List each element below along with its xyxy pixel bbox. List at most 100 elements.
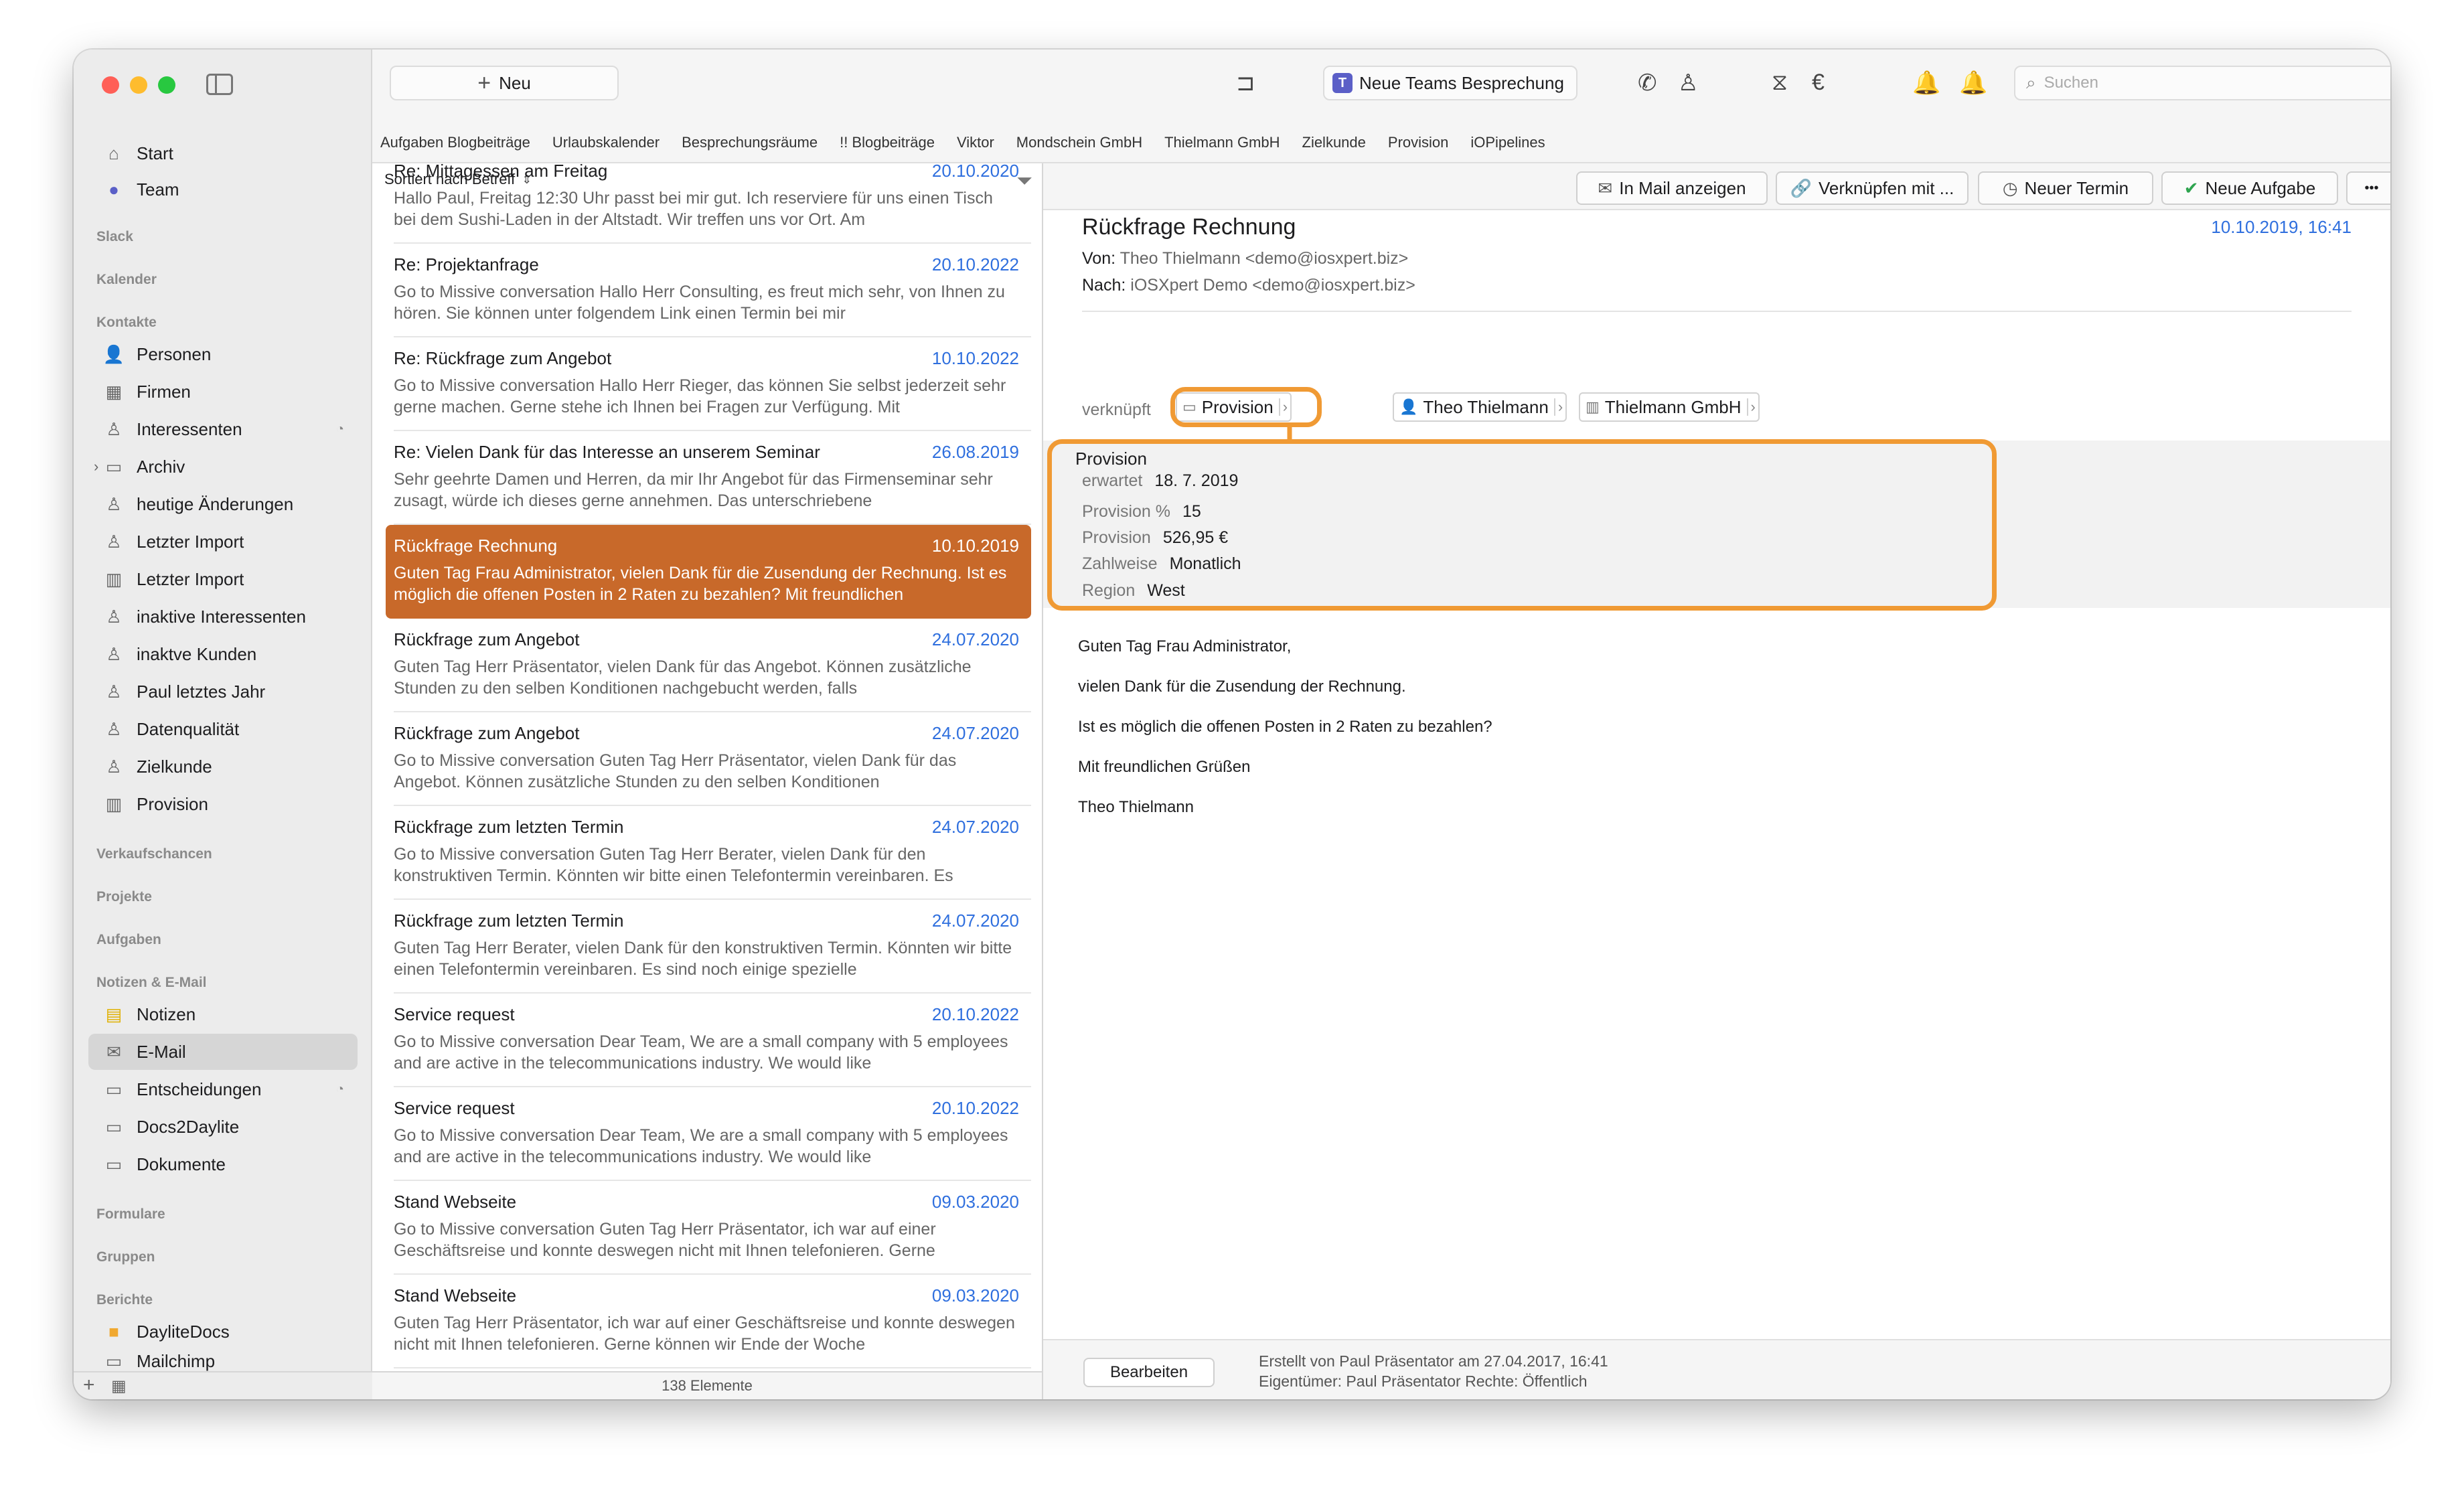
sidebar-toggle-icon[interactable]: [206, 74, 233, 95]
toolbar: + Neu ⊐ T Neue Teams Besprechung ✆ ♙ ⧖ €…: [372, 50, 2390, 123]
bookmark-item[interactable]: Aufgaben Blogbeiträge: [380, 134, 530, 151]
sidebar-item-docs2daylite[interactable]: ▭ Docs2Daylite: [88, 1109, 358, 1145]
calendar-icon[interactable]: ▦: [111, 1376, 127, 1396]
list-item[interactable]: Re: Projektanfrage 20.10.2022 Go to Missiv…: [386, 244, 1031, 337]
section-formulare[interactable]: Formulare: [96, 1206, 165, 1223]
sidebar-item-email[interactable]: ✉ E-Mail: [88, 1034, 358, 1070]
section-verkaufschancen[interactable]: Verkaufschancen: [96, 846, 212, 862]
list-item[interactable]: Re: Rückfrage zum Angebot 10.10.2022 Go to…: [386, 337, 1031, 431]
chevron-right-icon[interactable]: ›: [94, 458, 98, 475]
section-notizen-email[interactable]: Notizen & E-Mail: [96, 975, 207, 991]
pipeline-icon[interactable]: ⧖: [1772, 70, 1788, 96]
bookmarks-bar: Aufgaben Blogbeiträge Urlaubskalender Be…: [372, 123, 2390, 163]
sidebar-item-personen[interactable]: 👤 Personen: [88, 336, 358, 372]
show-in-mail-button[interactable]: ✉ In Mail anzeigen: [1576, 171, 1768, 205]
sidebar-item-dokumente[interactable]: ▭ Dokumente: [88, 1146, 358, 1182]
list-item[interactable]: Rückfrage zum letzten Termin 24.07.2020 Go…: [386, 806, 1031, 900]
sidebar-item-team[interactable]: ● Team: [88, 171, 358, 208]
sidebar-item-inaktive-kunden[interactable]: ♙ inaktve Kunden: [88, 636, 358, 672]
list-item[interactable]: Rückfrage zum Angebot 24.07.2020 Guten Tag…: [386, 619, 1031, 712]
mail-icon: ✉: [1598, 177, 1613, 198]
bookmark-item[interactable]: Provision: [1388, 134, 1448, 151]
reminder-icon[interactable]: 🔔: [1912, 70, 1940, 96]
owner-info: Eigentümer: Paul Präsentator Rechte: Öff…: [1259, 1372, 1588, 1390]
section-berichte[interactable]: Berichte: [96, 1292, 153, 1308]
sidebar-item-provision[interactable]: ▥ Provision: [88, 786, 358, 822]
sidebar-item-interessenten[interactable]: ♙ Interessenten ◔: [88, 411, 358, 447]
list-item[interactable]: Service request 20.10.2022 Go to Missive c…: [386, 994, 1031, 1087]
daylite-app-icon[interactable]: ⊐: [1236, 70, 1255, 96]
list-item[interactable]: Rückfrage zum Angebot 24.07.2020 Go to Mis…: [386, 712, 1031, 806]
bookmark-item[interactable]: !! Blogbeiträge: [840, 134, 935, 151]
smart-list-icon: ♙: [106, 531, 122, 552]
sidebar-item-paul-letztes-jahr[interactable]: ♙ Paul letztes Jahr: [88, 674, 358, 710]
list-item[interactable]: Re: Mittagessen am Freitag 20.10.2020 Ha…: [386, 163, 1031, 244]
sidebar-item-entscheidungen[interactable]: ▭ Entscheidungen ◔: [88, 1071, 358, 1107]
chevron-right-icon[interactable]: ›: [1553, 398, 1565, 416]
sidebar-item-label: Firmen: [137, 381, 191, 402]
sidebar-item-inaktive-interessenten[interactable]: ♙ inaktive Interessenten: [88, 599, 358, 635]
add-icon[interactable]: +: [83, 1374, 95, 1397]
sidebar-item-label: Datenqualität: [137, 718, 240, 739]
sidebar-item-label: Dokumente: [137, 1154, 226, 1174]
list-item-selected[interactable]: Rückfrage Rechnung 10.10.2019 Guten Tag Fr…: [386, 525, 1031, 619]
email-body-line: Guten Tag Frau Administrator,: [1078, 637, 1292, 655]
link-chip-person[interactable]: 👤 Theo Thielmann ›: [1393, 392, 1567, 422]
bookmark-item[interactable]: Viktor: [957, 134, 994, 151]
section-slack[interactable]: Slack: [96, 229, 133, 245]
report-icon: ▭: [105, 1351, 123, 1371]
zoom-window-button[interactable]: [158, 76, 175, 94]
sidebar-item-daylitedocs[interactable]: ■ DayliteDocs: [88, 1314, 358, 1350]
from-value[interactable]: Theo Thielmann <demo@iosxpert.biz>: [1120, 249, 1409, 268]
minimize-window-button[interactable]: [130, 76, 147, 94]
sidebar-item-start[interactable]: ⌂ Start: [88, 135, 358, 171]
list-item[interactable]: Stand Webseite 09.03.2020 Go to Missive co…: [386, 1181, 1031, 1275]
bookmark-item[interactable]: Zielkunde: [1302, 134, 1366, 151]
sidebar-item-heutige-aenderungen[interactable]: ♙ heutige Änderungen: [88, 486, 358, 522]
new-appointment-button[interactable]: ◷ Neuer Termin: [1978, 171, 2153, 205]
link-chip-company[interactable]: ▥ Thielmann GmbH ›: [1579, 392, 1760, 422]
smart-list-icon: ♙: [106, 718, 122, 739]
to-value[interactable]: iOSXpert Demo <demo@iosxpert.biz>: [1130, 276, 1415, 295]
close-window-button[interactable]: [102, 76, 119, 94]
smart-list-icon: ♙: [106, 418, 122, 439]
notification-bell-icon[interactable]: 🔔: [1959, 70, 1987, 96]
button-label: Neuer Termin: [2024, 177, 2129, 198]
list-item[interactable]: Stand Webseite 09.03.2020 Guten Tag Herr P…: [386, 1275, 1031, 1368]
phone-icon[interactable]: ✆: [1638, 70, 1657, 96]
sidebar-item-zielkunde[interactable]: ♙ Zielkunde: [88, 748, 358, 785]
euro-icon[interactable]: €: [1812, 70, 1825, 96]
sidebar-item-mailchimp[interactable]: ▭ Mailchimp: [88, 1351, 358, 1371]
bookmark-item[interactable]: Thielmann GmbH: [1164, 134, 1280, 151]
bookmark-item[interactable]: Urlaubskalender: [552, 134, 660, 151]
list-item[interactable]: Re: Vielen Dank für das Interesse an uns…: [386, 431, 1031, 525]
bookmark-item[interactable]: Besprechungsräume: [682, 134, 818, 151]
section-kontakte[interactable]: Kontakte: [96, 315, 157, 331]
message-subject: Re: Mittagessen am Freitag: [394, 163, 608, 181]
app-window: ⌂ Start ● Team Slack Kalender Kontakte 👤…: [74, 50, 2390, 1399]
more-button[interactable]: •••: [2346, 171, 2390, 205]
new-button[interactable]: + Neu: [390, 66, 619, 100]
sidebar-item-letzter-import-firmen[interactable]: ▥ Letzter Import: [88, 561, 358, 597]
sidebar-item-firmen[interactable]: ▦ Firmen: [88, 374, 358, 410]
sidebar-item-archiv[interactable]: › ▭ Archiv: [88, 449, 358, 485]
new-task-button[interactable]: ✔ Neue Aufgabe: [2161, 171, 2338, 205]
list-item[interactable]: Rückfrage zum letzten Termin 24.07.2020 Gu…: [386, 900, 1031, 994]
chevron-right-icon[interactable]: ›: [1746, 398, 1758, 416]
sidebar-item-label: Provision: [137, 793, 208, 814]
sidebar-item-letzter-import[interactable]: ♙ Letzter Import: [88, 524, 358, 560]
edit-button[interactable]: Bearbeiten: [1083, 1358, 1215, 1387]
section-aufgaben[interactable]: Aufgaben: [96, 932, 161, 948]
sidebar-item-notizen[interactable]: ▤ Notizen: [88, 996, 358, 1032]
section-kalender[interactable]: Kalender: [96, 272, 157, 288]
list-item[interactable]: Service request 20.10.2022 Go to Missive c…: [386, 1087, 1031, 1181]
section-projekte[interactable]: Projekte: [96, 889, 152, 905]
bookmark-item[interactable]: Mondschein GmbH: [1016, 134, 1142, 151]
link-with-button[interactable]: 🔗 Verknüpfen mit ...: [1776, 171, 1969, 205]
bookmark-item[interactable]: iOPipelines: [1470, 134, 1545, 151]
sidebar-item-datenqualitaet[interactable]: ♙ Datenqualität: [88, 711, 358, 747]
search-input[interactable]: ⌕ Suchen: [2014, 66, 2390, 100]
contact-link-icon[interactable]: ♙: [1678, 70, 1698, 96]
teams-meeting-button[interactable]: T Neue Teams Besprechung: [1323, 66, 1577, 100]
section-gruppen[interactable]: Gruppen: [96, 1249, 155, 1265]
